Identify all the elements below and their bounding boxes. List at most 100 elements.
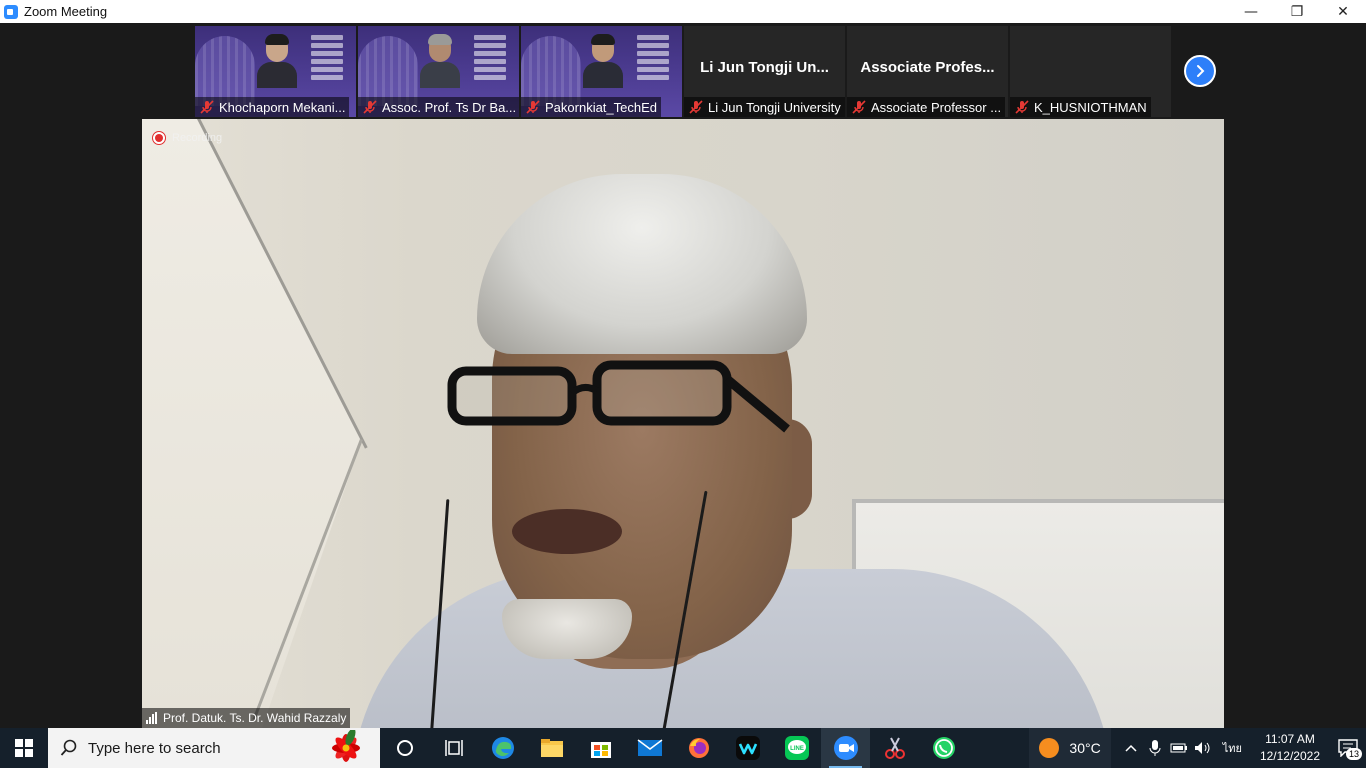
signal-strength-icon bbox=[146, 712, 158, 724]
microphone-icon bbox=[1149, 740, 1161, 756]
muted-mic-icon bbox=[199, 99, 215, 115]
taskbar-app-mail[interactable] bbox=[625, 728, 674, 768]
microsoft-store-icon bbox=[590, 742, 611, 758]
participant-name: Pakornkiat_TechEd bbox=[545, 99, 658, 115]
speaker-mouth bbox=[512, 509, 622, 554]
speaker-hair bbox=[477, 174, 807, 354]
record-icon bbox=[152, 131, 166, 145]
participant-tile[interactable]: Li Jun Tongji Un... Li Jun Tongji Univer… bbox=[684, 26, 845, 117]
participant-display-name: Li Jun Tongji Un... bbox=[700, 59, 829, 76]
participant-tile[interactable]: K_HUSNIOTHMAN bbox=[1010, 26, 1171, 117]
notification-count-badge: 13 bbox=[1345, 748, 1362, 760]
window-controls: — ❐ ✕ bbox=[1228, 0, 1366, 23]
participant-label: K_HUSNIOTHMAN bbox=[1010, 97, 1151, 117]
zoom-app-icon bbox=[4, 4, 18, 19]
taskbar-app-snipping-tool[interactable] bbox=[870, 728, 919, 768]
taskbar-app-edge[interactable] bbox=[478, 728, 527, 768]
edge-icon bbox=[491, 737, 514, 759]
search-icon bbox=[60, 739, 77, 756]
restore-button[interactable]: ❐ bbox=[1274, 0, 1320, 23]
speaker-glasses bbox=[447, 360, 790, 433]
participant-video bbox=[583, 34, 623, 88]
speaker-volume-icon bbox=[1194, 742, 1210, 754]
mail-icon bbox=[637, 739, 662, 756]
weather-temperature: 30°C bbox=[1069, 740, 1101, 756]
wall-background bbox=[142, 119, 362, 728]
system-clock[interactable]: 11:07 AM 12/12/2022 bbox=[1260, 731, 1320, 765]
muted-mic-icon bbox=[688, 99, 704, 115]
webinar-poster bbox=[307, 32, 347, 96]
notification-center-button[interactable]: 13 bbox=[1330, 728, 1366, 768]
participant-label: Associate Professor ... bbox=[847, 97, 1006, 117]
task-view-button[interactable] bbox=[429, 728, 478, 768]
windows-taskbar: Type here to search LINE 30°C ไทย 11:07 … bbox=[0, 728, 1366, 768]
battery-icon bbox=[1170, 743, 1187, 753]
search-placeholder: Type here to search bbox=[88, 739, 221, 757]
participant-label: Pakornkiat_TechEd bbox=[521, 97, 662, 117]
taskbar-app-store[interactable] bbox=[576, 728, 625, 768]
background-image bbox=[521, 36, 581, 106]
background-image bbox=[195, 36, 255, 106]
task-view-icon bbox=[444, 740, 463, 756]
taskbar-app-webex[interactable] bbox=[723, 728, 772, 768]
webex-icon bbox=[735, 736, 760, 760]
taskbar-app-firefox[interactable] bbox=[674, 728, 723, 768]
taskbar-app-whatsapp[interactable] bbox=[919, 728, 968, 768]
poinsettia-icon bbox=[332, 730, 360, 762]
recording-indicator[interactable]: Recording bbox=[152, 131, 222, 145]
participant-video bbox=[257, 34, 297, 88]
svg-text:LINE: LINE bbox=[790, 746, 804, 752]
close-button[interactable]: ✕ bbox=[1320, 0, 1366, 23]
window-title: Zoom Meeting bbox=[24, 4, 108, 19]
participant-tile[interactable]: Khochaporn Mekani... bbox=[195, 26, 356, 117]
participant-tile[interactable]: Associate Profes... Associate Professor … bbox=[847, 26, 1008, 117]
participant-strip: Khochaporn Mekani... Assoc. Prof. Ts Dr … bbox=[0, 23, 1366, 119]
active-speaker-video: Recording Prof. Datuk. Ts. Dr. Wahid Raz… bbox=[142, 119, 1224, 728]
muted-mic-icon bbox=[362, 99, 378, 115]
taskbar-app-line[interactable]: LINE bbox=[772, 728, 821, 768]
taskbar-app-zoom[interactable] bbox=[821, 728, 870, 768]
line-icon: LINE bbox=[784, 736, 809, 760]
participant-name: Assoc. Prof. Ts Dr Ba... bbox=[382, 99, 515, 115]
clock-time: 11:07 AM bbox=[1265, 732, 1315, 746]
participant-tile[interactable]: Pakornkiat_TechEd bbox=[521, 26, 682, 117]
volume-tray-button[interactable] bbox=[1191, 728, 1215, 768]
participant-label: Khochaporn Mekani... bbox=[195, 97, 350, 117]
participant-video bbox=[420, 34, 460, 88]
zoom-icon bbox=[833, 736, 858, 760]
chevron-up-icon bbox=[1125, 744, 1137, 752]
taskbar-search-box[interactable]: Type here to search bbox=[48, 728, 380, 768]
participant-name: Associate Professor ... bbox=[871, 99, 1002, 115]
participant-name: Khochaporn Mekani... bbox=[219, 99, 346, 115]
input-language-indicator[interactable]: ไทย bbox=[1223, 739, 1242, 757]
windows-logo-icon bbox=[15, 739, 33, 757]
webinar-poster bbox=[633, 32, 673, 96]
webinar-poster bbox=[470, 32, 510, 96]
title-bar: Zoom Meeting — ❐ ✕ bbox=[0, 0, 1366, 23]
muted-mic-icon bbox=[1014, 99, 1030, 115]
speaker-name: Prof. Datuk. Ts. Dr. Wahid Razzaly bbox=[163, 711, 347, 725]
system-tray: 30°C ไทย 11:07 AM 12/12/2022 13 bbox=[1029, 728, 1366, 768]
speaker-name-label: Prof. Datuk. Ts. Dr. Wahid Razzaly bbox=[142, 708, 351, 728]
minimize-button[interactable]: — bbox=[1228, 0, 1274, 23]
firefox-icon bbox=[688, 738, 709, 758]
background-image bbox=[358, 36, 418, 106]
participant-tile[interactable]: Assoc. Prof. Ts Dr Ba... bbox=[358, 26, 519, 117]
muted-mic-icon bbox=[525, 99, 541, 115]
cortana-button[interactable] bbox=[380, 728, 429, 768]
next-page-button[interactable] bbox=[1184, 55, 1216, 87]
start-button[interactable] bbox=[0, 728, 48, 768]
battery-tray-button[interactable] bbox=[1167, 728, 1191, 768]
show-hidden-icons-button[interactable] bbox=[1119, 728, 1143, 768]
weather-widget[interactable]: 30°C bbox=[1029, 728, 1111, 768]
participant-label: Assoc. Prof. Ts Dr Ba... bbox=[358, 97, 519, 117]
chevron-right-icon bbox=[1197, 65, 1205, 77]
speaker-beard bbox=[502, 599, 632, 659]
cortana-icon bbox=[396, 740, 413, 756]
participant-display-name: Associate Profes... bbox=[860, 59, 995, 76]
participant-name: Li Jun Tongji University bbox=[708, 99, 841, 115]
microphone-tray-button[interactable] bbox=[1143, 728, 1167, 768]
taskbar-app-file-explorer[interactable] bbox=[527, 728, 576, 768]
snipping-tool-icon bbox=[884, 737, 905, 759]
folder-icon bbox=[540, 739, 563, 757]
